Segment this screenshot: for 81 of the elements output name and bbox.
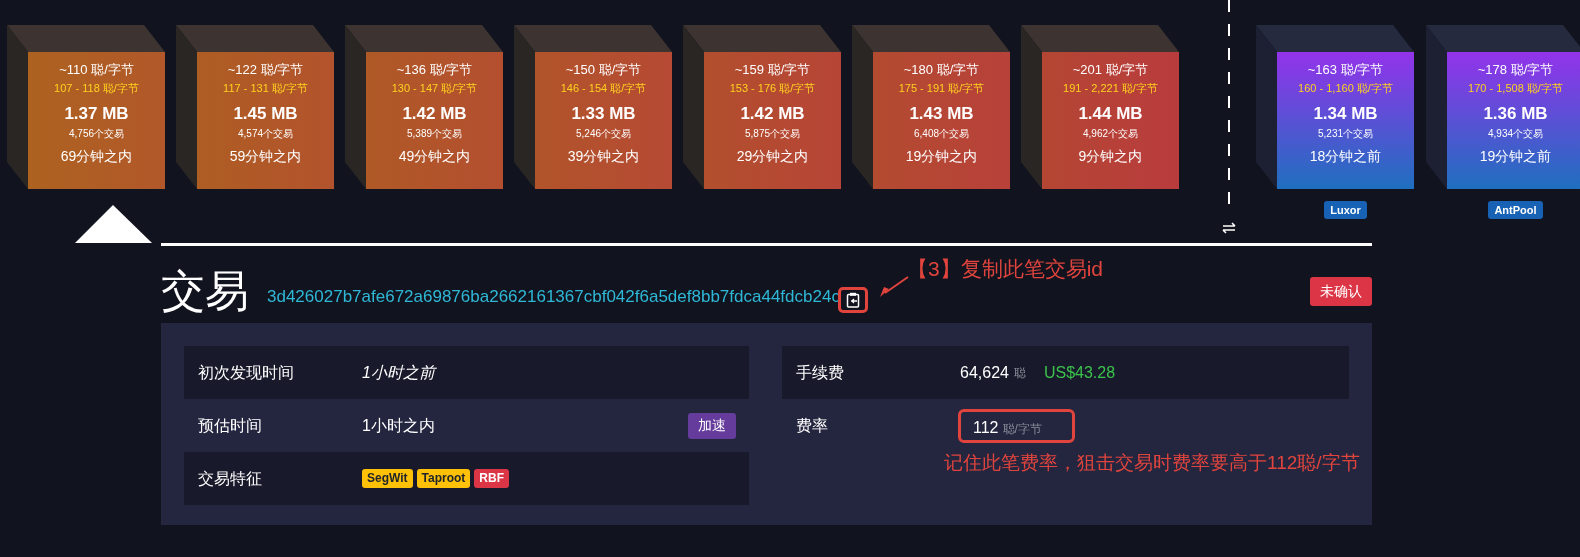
tx-count: 5,389个交易 [407, 127, 462, 141]
row-label: 预估时间 [198, 415, 263, 436]
tx-count: 4,934个交易 [1488, 127, 1543, 141]
block-size: 1.42 MB [402, 103, 467, 125]
fee-range: 153 - 176 聪/字节 [729, 81, 816, 96]
fee-fiat: US$43.28 [1043, 362, 1116, 383]
feature-tag: SegWit [362, 469, 413, 488]
median-fee: ~110 聪/字节 [59, 61, 134, 79]
eta-value: 1小时之内 [362, 415, 435, 436]
fee-range: 160 - 1,160 聪/字节 [1298, 81, 1393, 96]
median-fee: ~180 聪/字节 [903, 61, 980, 79]
row-label: 费率 [796, 415, 829, 436]
fee-range: 191 - 2,221 聪/字节 [1063, 81, 1158, 96]
block-face[interactable]: ~159 聪/字节 153 - 176 聪/字节 1.42 MB 5,875个交易 29分钟之内 [704, 52, 841, 189]
row-label: 手续费 [796, 362, 845, 383]
feature-tag: Taproot [416, 469, 471, 488]
block-time: 29分钟之内 [736, 147, 809, 166]
tx-count: 4,756个交易 [69, 127, 124, 141]
transaction-id[interactable]: 3d426027b7afe672a69876ba2662161367cbf042f6a5def8bb7fdca44fdcb24c [267, 283, 840, 309]
annotation-arrow [879, 276, 909, 298]
block-face[interactable]: ~122 聪/字节 117 - 131 聪/字节 1.45 MB 4,574个交易 59分钟之内 [197, 52, 334, 189]
copy-icon[interactable] [837, 287, 868, 313]
block-size: 1.45 MB [233, 103, 298, 125]
block-face[interactable]: ~180 聪/字节 175 - 191 聪/字节 1.43 MB 6,408个交易 19分钟之内 [873, 52, 1010, 189]
block-time: 39分钟之内 [567, 147, 640, 166]
fee-rate-value: 112 [973, 417, 999, 438]
tx-count: 5,231个交易 [1318, 127, 1373, 141]
median-fee: ~178 聪/字节 [1477, 61, 1554, 79]
median-fee: ~150 聪/字节 [565, 61, 642, 79]
block-face[interactable]: ~163 聪/字节 160 - 1,160 聪/字节 1.34 MB 5,231个交易 18分钟之前 [1277, 52, 1414, 189]
copy-annotation: 【3】复制此笔交易id [907, 256, 1104, 282]
median-fee: ~159 聪/字节 [734, 61, 811, 79]
page-title: 交易 [161, 265, 249, 317]
block-time: 18分钟之前 [1309, 147, 1382, 166]
fee-range: 107 - 118 聪/字节 [54, 81, 139, 96]
block-time: 19分钟之内 [905, 147, 978, 166]
block-size: 1.44 MB [1078, 103, 1143, 125]
block-time: 59分钟之内 [229, 147, 302, 166]
fee-unit: 聪 [1013, 364, 1026, 382]
median-fee: ~122 聪/字节 [227, 61, 304, 79]
selected-block-pointer-icon [75, 205, 152, 243]
status-badge: 未确认 [1310, 277, 1372, 306]
block-face[interactable]: ~110 聪/字节 107 - 118 聪/字节 1.37 MB 4,756个交易 69分钟之内 [28, 52, 165, 189]
accelerate-button[interactable]: 加速 [688, 412, 736, 439]
fee-range: 117 - 131 聪/字节 [223, 81, 308, 96]
block-face[interactable]: ~201 聪/字节 191 - 2,221 聪/字节 1.44 MB 4,962个交易 9分钟之内 [1042, 52, 1179, 189]
median-fee: ~201 聪/字节 [1072, 61, 1149, 79]
fee-range: 175 - 191 聪/字节 [898, 81, 985, 96]
block-time: 69分钟之内 [60, 147, 133, 166]
block-size: 1.42 MB [740, 103, 805, 125]
block-size: 1.43 MB [909, 103, 974, 125]
swap-arrows-icon[interactable] [1222, 222, 1236, 234]
block-time: 19分钟之前 [1479, 147, 1552, 166]
fee-range: 170 - 1,508 聪/字节 [1468, 81, 1563, 96]
block-size: 1.37 MB [64, 103, 129, 125]
block-size: 1.36 MB [1483, 103, 1548, 125]
fee-value: 64,624 [960, 362, 1009, 383]
fee-rate-annotation: 记住此笔费率，狙击交易时费率要高于112聪/字节 [944, 451, 1360, 475]
block-size: 1.34 MB [1313, 103, 1378, 125]
block-face[interactable]: ~178 聪/字节 170 - 1,508 聪/字节 1.36 MB 4,934个交易 19分钟之前 [1447, 52, 1580, 189]
tx-count: 6,408个交易 [914, 127, 969, 141]
block-face[interactable]: ~136 聪/字节 130 - 147 聪/字节 1.42 MB 5,389个交易 49分钟之内 [366, 52, 503, 189]
tx-count: 5,246个交易 [576, 127, 631, 141]
block-face[interactable]: ~150 聪/字节 146 - 154 聪/字节 1.33 MB 5,246个交易 39分钟之内 [535, 52, 672, 189]
row-label: 初次发现时间 [198, 362, 295, 383]
pool-badge[interactable]: AntPool [1488, 201, 1543, 219]
pool-badge[interactable]: Luxor [1324, 201, 1367, 219]
median-fee: ~136 聪/字节 [396, 61, 473, 79]
tx-count: 4,574个交易 [238, 127, 293, 141]
tx-count: 5,875个交易 [745, 127, 800, 141]
block-time: 49分钟之内 [398, 147, 471, 166]
feature-tag: RBF [474, 469, 509, 488]
tx-count: 4,962个交易 [1083, 127, 1138, 141]
fee-range: 130 - 147 聪/字节 [391, 81, 478, 96]
first-seen-value: 1小时之前 [362, 362, 435, 383]
fee-rate-unit: 聪/字节 [1002, 420, 1042, 438]
row-label: 交易特征 [198, 468, 263, 489]
fee-range: 146 - 154 聪/字节 [560, 81, 647, 96]
block-size: 1.33 MB [571, 103, 636, 125]
block-time: 9分钟之内 [1078, 147, 1143, 166]
median-fee: ~163 聪/字节 [1307, 61, 1384, 79]
